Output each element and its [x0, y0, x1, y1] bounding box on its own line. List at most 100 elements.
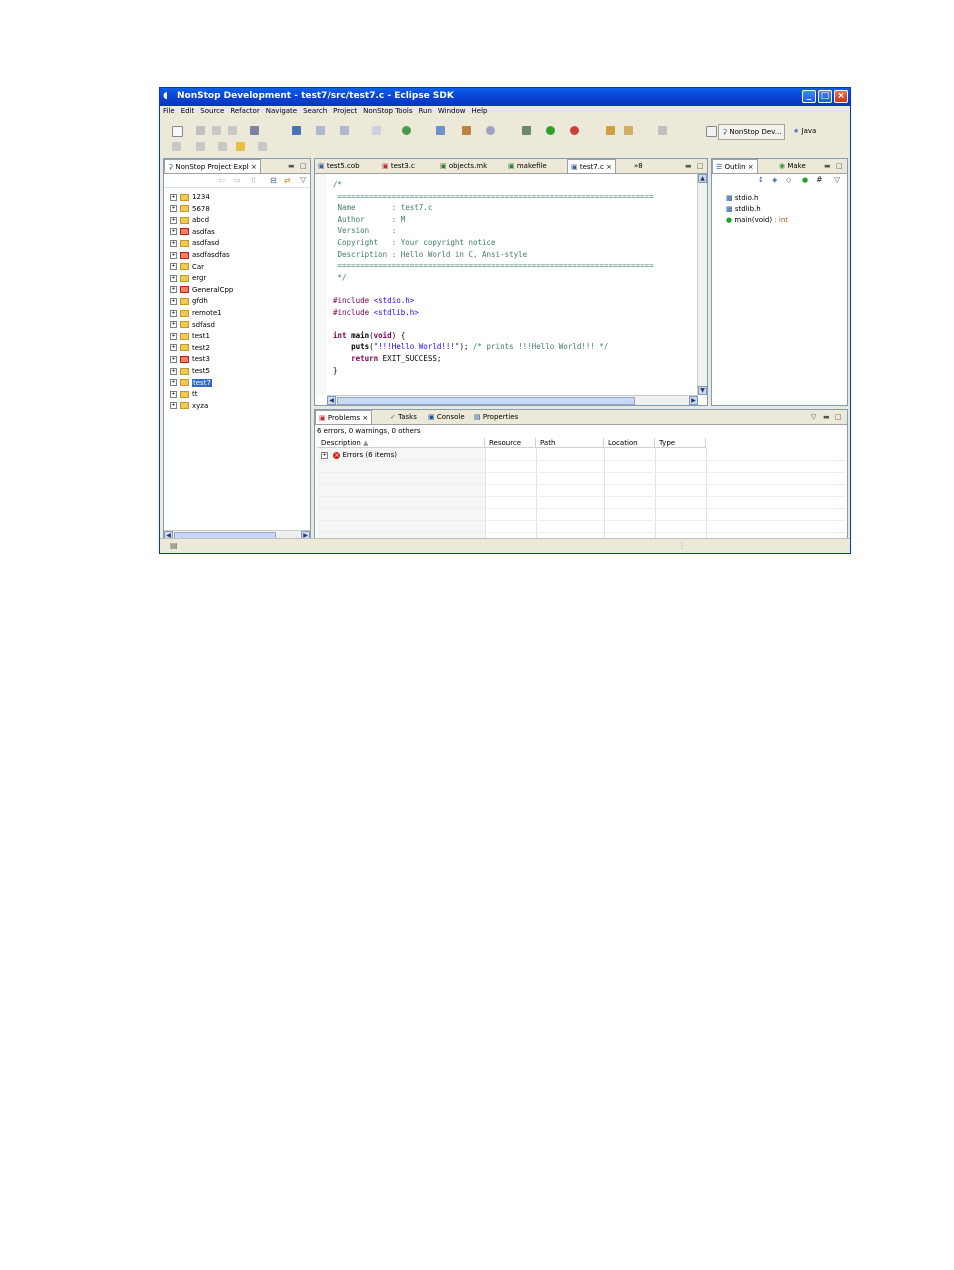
menu-refactor[interactable]: Refactor — [227, 106, 262, 117]
hscroll-thumb[interactable] — [337, 397, 635, 405]
tab-test7-c[interactable]: ▣ test7.c × — [567, 159, 616, 173]
expand-icon[interactable]: + — [170, 297, 177, 305]
minimize-view-icon[interactable]: ▬ — [823, 410, 830, 424]
close-icon[interactable]: × — [362, 414, 368, 422]
expand-icon[interactable]: + — [170, 390, 177, 398]
column-path[interactable]: Path — [536, 438, 604, 448]
menu-nonstop-tools[interactable]: NonStop Tools — [360, 106, 415, 117]
project-item[interactable]: + Car — [170, 262, 204, 273]
expand-icon[interactable]: + — [170, 309, 177, 317]
project-item[interactable]: + asdfasdfas — [170, 250, 230, 261]
expand-icon[interactable]: + — [170, 321, 177, 329]
run-external-icon[interactable] — [570, 126, 579, 135]
expand-icon[interactable]: + — [170, 344, 177, 352]
maximize-button[interactable]: □ — [818, 90, 832, 103]
hammer-icon[interactable] — [462, 126, 471, 135]
perspective-java[interactable]: ★ Java — [790, 124, 819, 140]
outline-item[interactable]: ▩ stdio.h — [726, 193, 758, 204]
project-item[interactable]: + test2 — [170, 343, 210, 354]
project-item[interactable]: +5678 — [170, 204, 210, 215]
project-item[interactable]: + test5 — [170, 366, 210, 377]
outline-item[interactable]: ● main(void) : int — [726, 215, 788, 226]
view-menu-icon[interactable]: ▽ — [834, 175, 840, 184]
expand-icon[interactable]: + — [170, 402, 177, 410]
forward-icon[interactable] — [258, 142, 267, 151]
scroll-right-icon[interactable]: ▶ — [689, 396, 698, 405]
menu-navigate[interactable]: Navigate — [263, 106, 300, 117]
expand-icon[interactable]: + — [170, 239, 177, 247]
project-item[interactable]: + remote1 — [170, 308, 222, 319]
tab-problems[interactable]: ▣ Problems × — [315, 410, 373, 424]
tab-test5-cob[interactable]: ▣ test5.cob — [315, 159, 363, 173]
annotation-icon[interactable] — [658, 126, 667, 135]
minimize-button[interactable]: _ — [802, 90, 816, 103]
project-item[interactable]: + asdfas — [170, 227, 215, 238]
tab-properties[interactable]: ▤ Properties — [471, 410, 521, 424]
title-bar[interactable]: ◖ NonStop Development - test7/src/test7.… — [160, 88, 850, 106]
new-file-icon[interactable] — [340, 126, 349, 135]
menu-help[interactable]: Help — [469, 106, 491, 117]
expand-icon[interactable]: + — [321, 451, 328, 459]
close-icon[interactable]: × — [748, 163, 754, 171]
collapse-all-icon[interactable]: ⊟ — [270, 176, 277, 185]
hide-nonpublic-icon[interactable]: ● — [802, 176, 808, 184]
debug-icon[interactable] — [522, 126, 531, 135]
perspective-nonstop[interactable]: ⚳ NonStop Dev... — [718, 124, 786, 140]
project-item[interactable]: + test3 — [170, 354, 210, 365]
new-class-icon[interactable] — [316, 126, 325, 135]
editor-vscroll[interactable]: ▲ ▼ — [697, 174, 707, 395]
minimize-view-icon[interactable]: ▬ — [685, 159, 692, 173]
project-item[interactable]: +1234 — [170, 192, 210, 203]
expand-icon[interactable]: + — [170, 332, 177, 340]
project-item[interactable]: + gfdh — [170, 296, 208, 307]
scroll-up-icon[interactable]: ▲ — [698, 174, 707, 183]
expand-icon[interactable]: + — [170, 379, 177, 387]
hide-fields-icon[interactable]: ◈ — [772, 176, 777, 184]
column-resource[interactable]: Resource — [485, 438, 536, 448]
refresh-icon[interactable] — [402, 126, 411, 135]
save-all-icon[interactable] — [212, 126, 221, 135]
menu-file[interactable]: File — [160, 106, 178, 117]
column-description[interactable]: Description ▲ — [317, 438, 485, 448]
tab-project-explorer[interactable]: ⚳ NonStop Project Expl × — [164, 159, 261, 173]
maximize-view-icon[interactable]: □ — [300, 159, 307, 173]
expand-icon[interactable]: + — [170, 205, 177, 213]
pen-icon[interactable] — [624, 126, 633, 135]
close-icon[interactable]: × — [251, 163, 257, 171]
forward-icon[interactable]: ⇨ — [234, 176, 241, 185]
run-icon[interactable] — [546, 126, 555, 135]
external-tools-icon[interactable] — [486, 126, 495, 135]
project-item[interactable]: + xyza — [170, 401, 208, 412]
next-annotation-icon[interactable] — [172, 142, 181, 151]
project-item[interactable]: + test1 — [170, 331, 210, 342]
menu-source[interactable]: Source — [197, 106, 227, 117]
tab-make[interactable]: ◉ Make — [776, 159, 809, 173]
maximize-view-icon[interactable]: □ — [697, 159, 704, 173]
expand-icon[interactable]: + — [170, 355, 177, 363]
print-icon[interactable] — [228, 126, 237, 135]
sort-icon[interactable]: ↕ — [758, 176, 764, 184]
menu-edit[interactable]: Edit — [178, 106, 198, 117]
project-item[interactable]: + sdfasd — [170, 320, 215, 331]
link-editor-icon[interactable]: ⇄ — [284, 176, 291, 185]
code-area[interactable]: /* =====================================… — [333, 179, 654, 376]
expand-icon[interactable]: + — [170, 251, 177, 259]
column-type[interactable]: Type — [655, 438, 706, 448]
menu-project[interactable]: Project — [330, 106, 360, 117]
tab-overflow[interactable]: »8 — [631, 159, 646, 173]
build-icon[interactable] — [250, 126, 259, 135]
editor-hscroll[interactable]: ◀ ▶ — [327, 395, 698, 405]
expand-icon[interactable]: + — [170, 274, 177, 282]
tab-outline[interactable]: ☰ Outlin × — [712, 159, 758, 173]
open-perspective-icon[interactable] — [706, 126, 717, 137]
project-item[interactable]: + GeneralCpp — [170, 285, 233, 296]
expand-icon[interactable]: + — [170, 286, 177, 294]
open-folder-icon[interactable] — [606, 126, 615, 135]
tab-objects-mk[interactable]: ▣ objects.mk — [437, 159, 490, 173]
menu-search[interactable]: Search — [300, 106, 330, 117]
scroll-down-icon[interactable]: ▼ — [698, 386, 707, 395]
menu-run[interactable]: Run — [415, 106, 434, 117]
tab-console[interactable]: ▣ Console — [425, 410, 468, 424]
last-edit-icon[interactable] — [218, 142, 227, 151]
maximize-view-icon[interactable]: □ — [836, 159, 843, 173]
